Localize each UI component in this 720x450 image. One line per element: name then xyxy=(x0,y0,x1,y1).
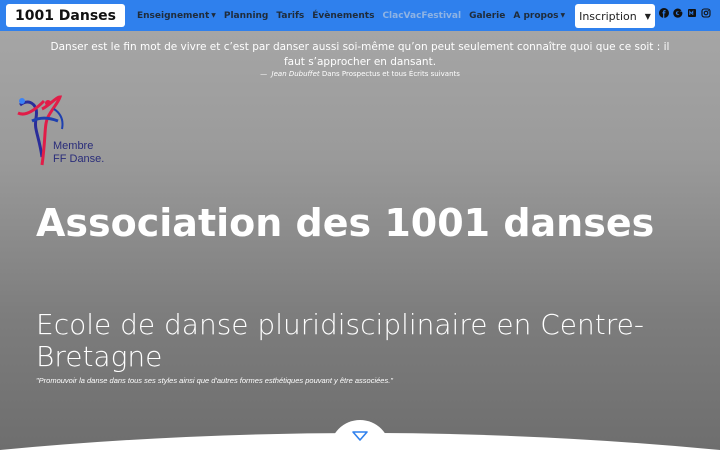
nav-item-apropos[interactable]: A propos ▼ xyxy=(513,11,565,21)
navbar: 1001 Danses Enseignement ▼ Planning Tarif… xyxy=(0,0,720,31)
quote-text: Danser est le fin mot de vivre et c’est … xyxy=(50,41,670,68)
quote-source: Dans Prospectus et tous Écrits suivants xyxy=(321,70,460,78)
nav-item-planning[interactable]: Planning xyxy=(224,11,269,21)
nav-item-label: ClacVacFestival xyxy=(382,10,462,21)
nav-item-evenements[interactable]: Évènements xyxy=(312,11,374,21)
ff-danse-line1: Membre xyxy=(53,140,94,152)
brand-link[interactable]: 1001 Danses xyxy=(6,4,125,27)
nav-item-tarifs[interactable]: Tarifs xyxy=(276,11,304,21)
instagram-icon[interactable] xyxy=(701,8,711,18)
google-icon[interactable] xyxy=(673,8,683,18)
inscription-label: Inscription xyxy=(579,9,637,23)
facebook-icon[interactable] xyxy=(659,8,669,18)
quote-author: Jean Dubuffet xyxy=(271,70,320,78)
nav-item-enseignement[interactable]: Enseignement ▼ xyxy=(137,11,216,21)
ff-danse-line2: FF Danse. xyxy=(53,153,105,165)
nav-item-galerie[interactable]: Galerie xyxy=(469,11,505,21)
caret-down-icon: ▼ xyxy=(211,12,216,19)
inscription-dropdown[interactable]: Inscription ▼ xyxy=(575,4,655,28)
nav-item-label: Enseignement xyxy=(137,10,210,21)
hero-title: Association des 1001 danses xyxy=(36,201,655,245)
hero-motto: "Promouvoir la danse dans tous ses style… xyxy=(36,376,393,385)
nav-menu: Enseignement ▼ Planning Tarifs Évènements… xyxy=(137,0,565,31)
ff-danse-label: Membre FF Danse. xyxy=(53,140,104,166)
caret-down-icon: ▼ xyxy=(560,12,566,19)
nav-item-label: Planning xyxy=(223,10,269,21)
nav-item-clacvacfestival[interactable]: ClacVacFestival xyxy=(382,11,461,21)
quote-attribution: — Jean Dubuffet Dans Prospectus et tous … xyxy=(120,70,600,78)
meetup-icon[interactable] xyxy=(687,8,697,18)
quote-dash: — xyxy=(260,70,268,78)
social-links xyxy=(659,6,711,20)
nav-item-label: Tarifs xyxy=(276,10,305,21)
nav-item-label: Évènements xyxy=(312,10,375,21)
hero-subtitle: Ecole de danse pluridisciplinaire en Cen… xyxy=(36,308,644,373)
nav-item-label: Galerie xyxy=(469,10,506,21)
chevron-down-icon xyxy=(352,431,368,441)
caret-down-icon: ▼ xyxy=(644,11,651,21)
nav-item-label: A propos xyxy=(513,10,559,21)
